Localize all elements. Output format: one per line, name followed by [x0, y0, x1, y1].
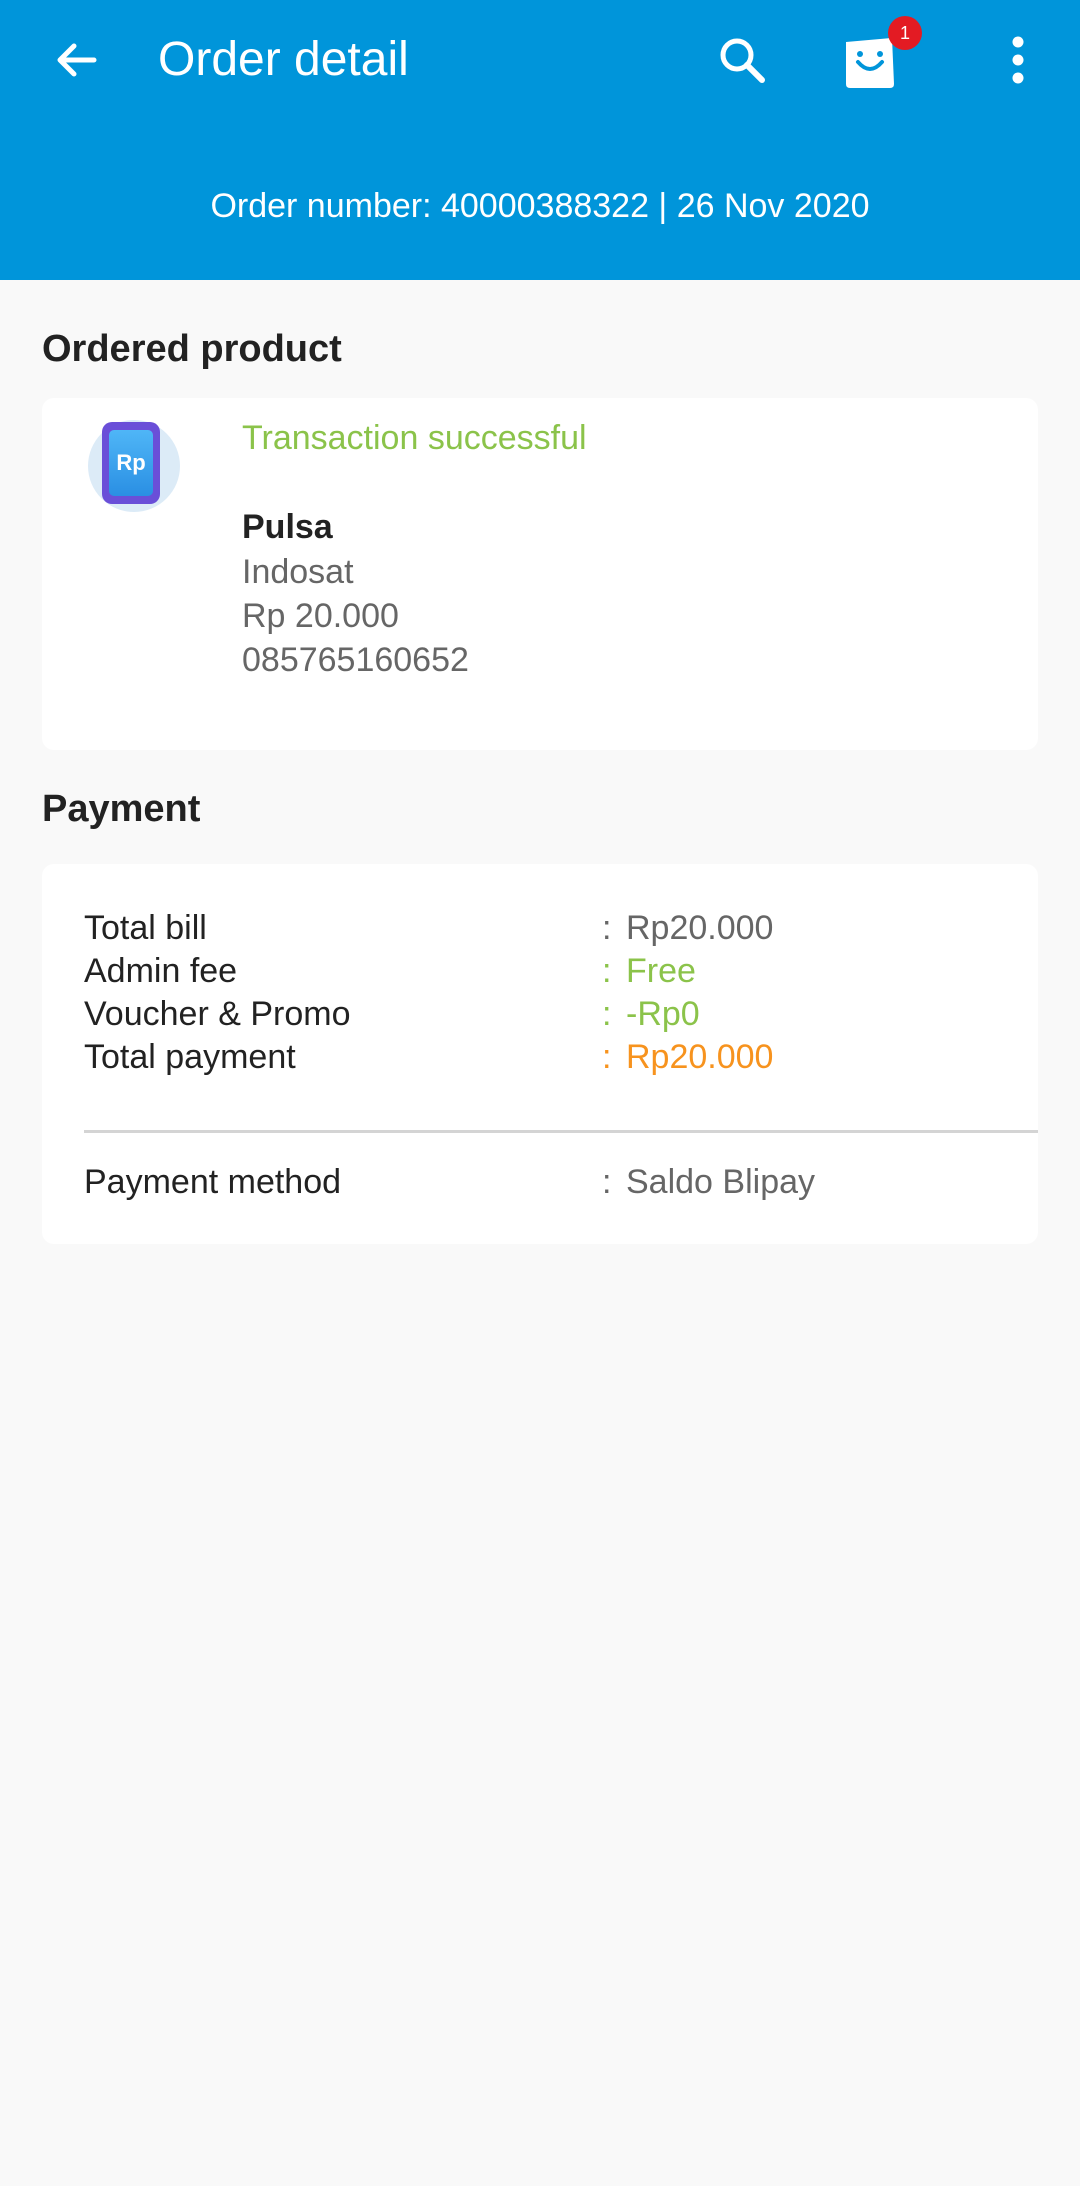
total-payment-label: Total payment [84, 1038, 296, 1076]
search-icon [720, 38, 765, 83]
voucher-promo-row: Voucher & Promo : -Rp0 [84, 992, 1014, 1036]
product-operator: Indosat [242, 553, 354, 591]
total-bill-value: Rp20.000 [626, 909, 774, 947]
cart-count-badge: 1 [888, 16, 922, 50]
admin-fee-label: Admin fee [84, 952, 238, 990]
page-title: Order detail [158, 33, 409, 86]
product-phone-number: 085765160652 [242, 641, 469, 679]
voucher-promo-colon: : [602, 995, 612, 1033]
order-number-date: Order number: 40000388322 | 26 Nov 2020 [210, 187, 870, 225]
payment-divider [84, 1130, 1038, 1133]
app-bar: Order detail 1 Order number: 40000388322… [0, 0, 1080, 280]
total-payment-value: Rp20.000 [626, 1038, 774, 1076]
total-bill-row: Total bill : Rp20.000 [84, 906, 1014, 950]
admin-fee-colon: : [602, 952, 612, 990]
phone-shape: Rp [102, 422, 160, 504]
total-bill-colon: : [602, 909, 612, 947]
payment-method-row: Payment method : Saldo Blipay [84, 1160, 1014, 1204]
rp-label: Rp [109, 430, 153, 496]
arrow-back-icon [57, 43, 97, 77]
more-vertical-icon [1012, 36, 1024, 84]
payment-heading: Payment [42, 788, 201, 830]
payment-method-value: Saldo Blipay [626, 1163, 816, 1201]
admin-fee-value: Free [626, 952, 696, 990]
product-name: Pulsa [242, 508, 333, 546]
ordered-product-heading: Ordered product [42, 328, 342, 370]
transaction-status: Transaction successful [242, 419, 587, 457]
payment-card: Total bill : Rp20.000 Admin fee : Free V… [42, 864, 1038, 1244]
more-options-button[interactable] [990, 28, 1046, 92]
ordered-product-card: Rp Transaction successful Pulsa Indosat … [42, 398, 1038, 750]
voucher-promo-value: -Rp0 [626, 995, 700, 1033]
search-button[interactable] [710, 28, 774, 92]
total-bill-label: Total bill [84, 909, 207, 947]
product-nominal: Rp 20.000 [242, 597, 399, 635]
admin-fee-row: Admin fee : Free [84, 949, 1014, 993]
payment-method-colon: : [602, 1163, 612, 1201]
payment-method-label: Payment method [84, 1163, 342, 1201]
total-payment-colon: : [602, 1038, 612, 1076]
back-button[interactable] [44, 28, 108, 92]
total-payment-row: Total payment : Rp20.000 [84, 1035, 1014, 1079]
voucher-promo-label: Voucher & Promo [84, 995, 351, 1033]
phone-credit-icon: Rp [88, 420, 180, 512]
